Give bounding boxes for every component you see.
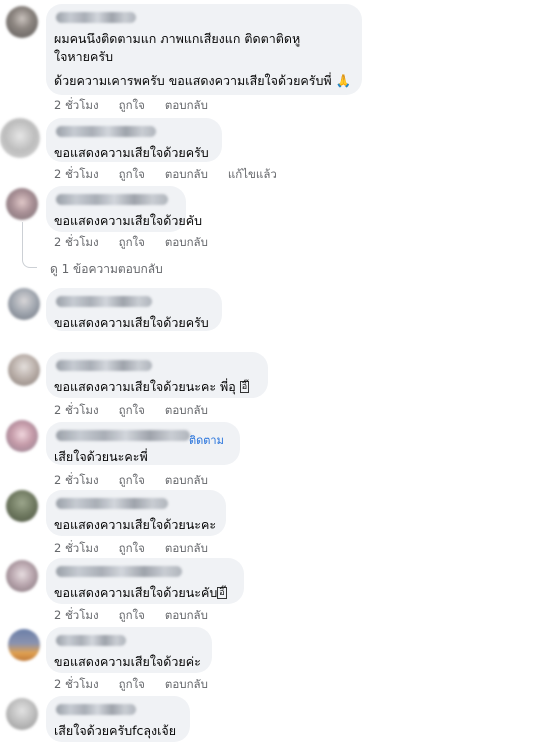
- comment-text: ขอแสดงความเสียใจด้วยคับ: [54, 213, 203, 228]
- comment-text: ขอแสดงความเสียใจด้วยนะคะ: [54, 517, 217, 532]
- comment-bubble: ขอแสดงความเสียใจด้วยคับ: [46, 186, 203, 232]
- like-button[interactable]: ถูกใจ: [119, 473, 145, 487]
- comment-text: ขอแสดงความเสียใจด้วยค่ะ: [54, 654, 201, 669]
- like-button[interactable]: ถูกใจ: [119, 403, 145, 417]
- reply-button[interactable]: ตอบกลับ: [165, 608, 208, 622]
- reply-button[interactable]: ตอบกลับ: [165, 403, 208, 417]
- comment-text: ขอแสดงความเสียใจด้วยนะคับ อิ๊: [54, 585, 227, 600]
- timestamp[interactable]: 2 ชั่วโมง: [54, 235, 99, 249]
- avatar[interactable]: [8, 288, 40, 320]
- timestamp[interactable]: 2 ชั่วโมง: [54, 608, 99, 622]
- comment-bubble: ขอแสดงความเสียใจด้วยนะคับ อิ๊: [46, 558, 244, 604]
- timestamp[interactable]: 2 ชั่วโมง: [54, 677, 99, 691]
- thread-line: [22, 222, 23, 257]
- like-button[interactable]: ถูกใจ: [119, 677, 145, 691]
- comment-text: เสียใจด้วยครับfcลุงเจ้ย: [54, 723, 177, 738]
- like-button[interactable]: ถูกใจ: [119, 167, 145, 181]
- thread-connector: [22, 257, 37, 268]
- avatar[interactable]: [6, 420, 38, 452]
- comment-actions: 2 ชั่วโมง ถูกใจ ตอบกลับ: [54, 402, 228, 420]
- pray-emoji-icon: 🙏: [335, 73, 352, 88]
- author-name[interactable]: [56, 635, 126, 646]
- avatar[interactable]: [6, 560, 38, 592]
- author-name[interactable]: [56, 704, 136, 715]
- author-name[interactable]: [56, 126, 156, 137]
- comment-actions: 2 ชั่วโมง ถูกใจ ตอบกลับ: [54, 97, 228, 115]
- author-name[interactable]: [56, 194, 168, 205]
- comment-text: เสียใจด้วยนะคะพี่: [54, 449, 148, 464]
- like-button[interactable]: ถูกใจ: [119, 541, 145, 555]
- avatar[interactable]: [6, 490, 38, 522]
- avatar[interactable]: [6, 188, 38, 220]
- reply-button[interactable]: ตอบกลับ: [165, 541, 208, 555]
- comment-bubble: ขอแสดงความเสียใจด้วยนะคะ: [46, 490, 226, 536]
- comment-text: ขอแสดงความเสียใจด้วยครับ: [54, 315, 209, 330]
- sticker-icon: อิ๊: [239, 381, 250, 393]
- view-replies-link[interactable]: ดู 1 ข้อความตอบกลับ: [50, 260, 163, 279]
- reply-button[interactable]: ตอบกลับ: [165, 677, 208, 691]
- comment-bubble: ขอแสดงความเสียใจด้วยครับ: [46, 288, 222, 331]
- comment-text: ขอแสดงความเสียใจด้วยครับ: [54, 145, 209, 160]
- follow-button[interactable]: ติดตาม: [189, 431, 224, 449]
- avatar[interactable]: [6, 698, 38, 730]
- author-name[interactable]: [56, 430, 190, 441]
- comment-actions: 2 ชั่วโมง ถูกใจ ตอบกลับ: [54, 607, 228, 625]
- avatar[interactable]: [8, 354, 40, 386]
- comment-text: ผมคนนึงติดตามแก ภาพแกเสียงแก ติดตาติดหู …: [54, 30, 352, 90]
- timestamp[interactable]: 2 ชั่วโมง: [54, 403, 99, 417]
- timestamp[interactable]: 2 ชั่วโมง: [54, 541, 99, 555]
- comment-actions: 2 ชั่วโมง ถูกใจ ตอบกลับ: [54, 676, 228, 694]
- comment-bubble: ขอแสดงความเสียใจด้วยนะคะ พี่อุ อิ๊: [46, 352, 268, 398]
- timestamp[interactable]: 2 ชั่วโมง: [54, 473, 99, 487]
- comment-bubble: ขอแสดงความเสียใจด้วยครับ: [46, 118, 222, 162]
- comment-line: ใจหายครับ: [54, 49, 114, 64]
- avatar[interactable]: [8, 629, 40, 661]
- comment-bubble: ขอแสดงความเสียใจด้วยค่ะ: [46, 627, 212, 673]
- like-button[interactable]: ถูกใจ: [119, 235, 145, 249]
- author-name[interactable]: [56, 360, 152, 371]
- reply-button[interactable]: ตอบกลับ: [165, 235, 208, 249]
- comment-bubble: เสียใจด้วยครับfcลุงเจ้ย: [46, 696, 190, 742]
- avatar[interactable]: [6, 6, 38, 38]
- edited-label[interactable]: แก้ไขแล้ว: [228, 167, 277, 181]
- reply-button[interactable]: ตอบกลับ: [165, 473, 208, 487]
- author-name[interactable]: [56, 498, 168, 509]
- reply-button[interactable]: ตอบกลับ: [165, 98, 208, 112]
- comment-text: ขอแสดงความเสียใจด้วยนะคะ พี่อุ อิ๊: [54, 379, 250, 394]
- reply-button[interactable]: ตอบกลับ: [165, 167, 208, 181]
- comment-actions: 2 ชั่วโมง ถูกใจ ตอบกลับ: [54, 540, 228, 558]
- author-name[interactable]: [56, 566, 182, 577]
- timestamp[interactable]: 2 ชั่วโมง: [54, 167, 99, 181]
- like-button[interactable]: ถูกใจ: [119, 98, 145, 112]
- timestamp[interactable]: 2 ชั่วโมง: [54, 98, 99, 112]
- author-name[interactable]: [56, 296, 152, 307]
- comment-actions: 2 ชั่วโมง ถูกใจ ตอบกลับ แก้ไขแล้ว: [54, 166, 297, 184]
- comment-line: ผมคนนึงติดตามแก ภาพแกเสียงแก ติดตาติดหู: [54, 31, 301, 46]
- author-name[interactable]: [56, 12, 136, 23]
- like-button[interactable]: ถูกใจ: [119, 608, 145, 622]
- comment-actions: 2 ชั่วโมง ถูกใจ ตอบกลับ: [54, 234, 228, 252]
- comment-bubble: ผมคนนึงติดตามแก ภาพแกเสียงแก ติดตาติดหู …: [46, 4, 362, 95]
- sticker-icon: อิ๊: [217, 587, 227, 599]
- comment-line: ด้วยความเคารพครับ ขอแสดงความเสียใจด้วยคร…: [54, 73, 352, 88]
- avatar[interactable]: [0, 118, 40, 158]
- comment-actions: 2 ชั่วโมง ถูกใจ ตอบกลับ: [54, 472, 228, 490]
